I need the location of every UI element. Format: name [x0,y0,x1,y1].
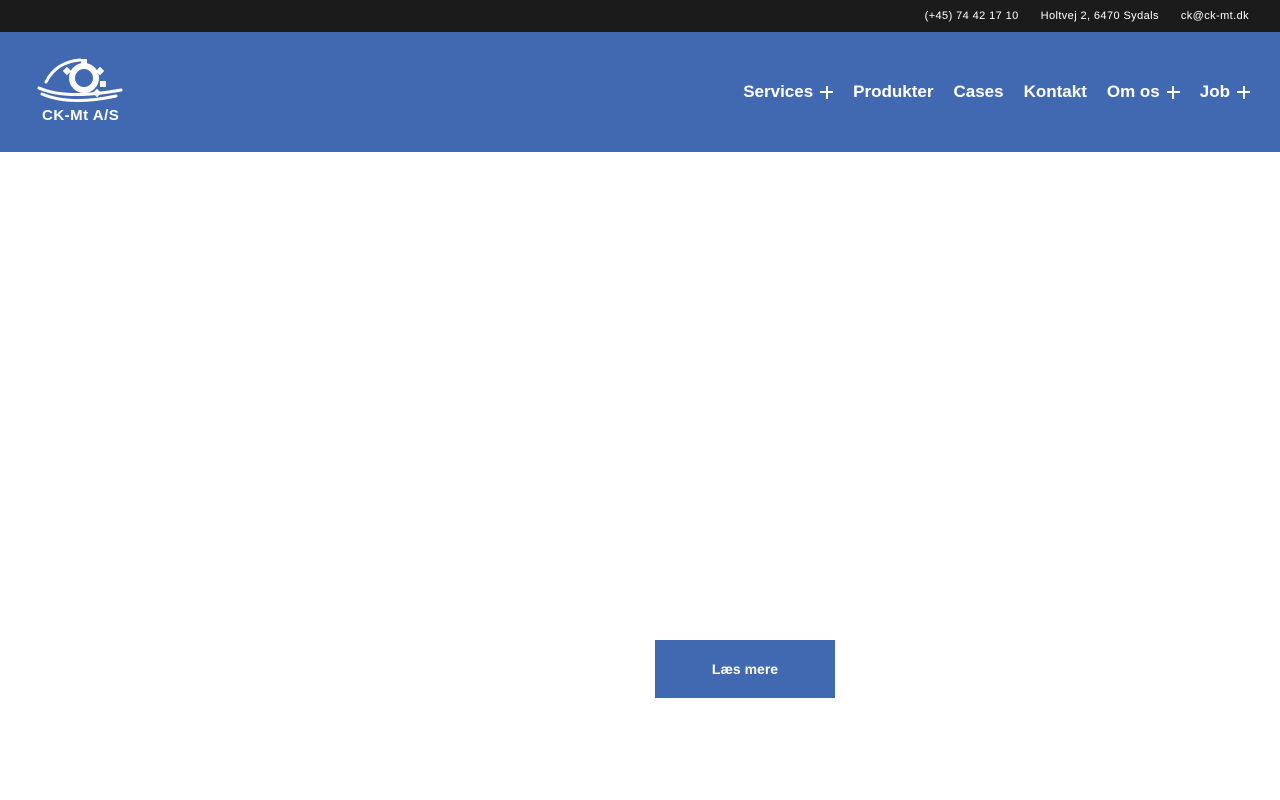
nav-item-label: Om os [1106,82,1160,101]
nav-item-produkter[interactable]: Produkter [853,82,933,102]
email-link[interactable]: ck@ck-mt.dk [1181,10,1249,22]
logo-text: CK-Mt A/S [42,107,120,124]
nav-item-label: Cases [953,82,1004,101]
nav-item-label: Kontakt [1023,82,1087,101]
main-nav: Services Produkter Cases Kontakt Om os J… [723,32,1250,152]
nav-item-label: Services [743,82,814,101]
address-link[interactable]: Holtvej 2, 6470 Sydals [1041,10,1159,22]
read-more-button[interactable]: Læs mere [655,640,835,698]
nav-item-services[interactable]: Services [743,82,834,102]
site-header: CK-Mt A/S Services Produkter Cases Konta… [0,32,1280,152]
nav-item-label: Job [1199,82,1230,101]
nav-item-cases[interactable]: Cases [953,82,1003,102]
plus-icon[interactable] [1237,85,1250,99]
plus-icon[interactable] [1166,85,1180,99]
phone-link[interactable]: (+45) 74 42 17 10 [925,10,1019,22]
nav-item-kontakt[interactable]: Kontakt [1024,82,1087,102]
top-contact-bar: (+45) 74 42 17 10 Holtvej 2, 6470 Sydals… [0,0,1280,32]
nav-item-om-os[interactable]: Om os [1107,82,1180,102]
plus-icon[interactable] [820,85,834,99]
nav-item-label: Produkter [853,82,934,101]
nav-item-job[interactable]: Job [1200,82,1250,102]
gear-logo-icon [37,58,123,103]
logo[interactable]: CK-Mt A/S [36,56,126,128]
